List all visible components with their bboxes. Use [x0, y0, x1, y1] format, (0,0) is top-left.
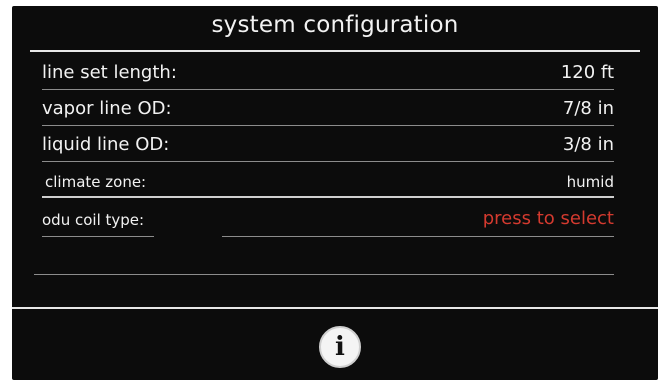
title-divider [30, 50, 640, 52]
row-divider [42, 236, 154, 237]
row-divider [34, 274, 614, 275]
setting-value: humid [566, 173, 614, 191]
row-divider [42, 196, 614, 198]
footer-divider [12, 307, 658, 309]
info-button[interactable]: i [319, 326, 361, 368]
setting-label: liquid line OD: [42, 134, 170, 155]
setting-value: 7/8 in [562, 98, 614, 119]
setting-row-liquid-line-od[interactable]: liquid line OD: 3/8 in [42, 128, 614, 162]
row-divider [42, 125, 614, 126]
setting-label: odu coil type: [42, 211, 145, 229]
row-divider [42, 161, 614, 162]
setting-row-odu-coil-type[interactable]: odu coil type: press to select [42, 202, 614, 236]
setting-row-vapor-line-od[interactable]: vapor line OD: 7/8 in [42, 92, 614, 126]
setting-label: line set length: [42, 62, 177, 83]
system-configuration-screen: system configuration line set length: 12… [12, 6, 658, 380]
setting-label: climate zone: [45, 173, 147, 191]
setting-label: vapor line OD: [42, 98, 172, 119]
setting-row-line-set-length[interactable]: line set length: 120 ft [42, 56, 614, 90]
press-to-select-prompt[interactable]: press to select [483, 208, 614, 229]
row-divider [42, 89, 614, 90]
setting-value: 120 ft [560, 62, 614, 83]
setting-value: 3/8 in [562, 134, 614, 155]
setting-row-climate-zone[interactable]: climate zone: humid [42, 164, 614, 198]
info-icon: i [335, 332, 345, 362]
row-divider [222, 236, 614, 237]
page-title: system configuration [211, 12, 459, 38]
